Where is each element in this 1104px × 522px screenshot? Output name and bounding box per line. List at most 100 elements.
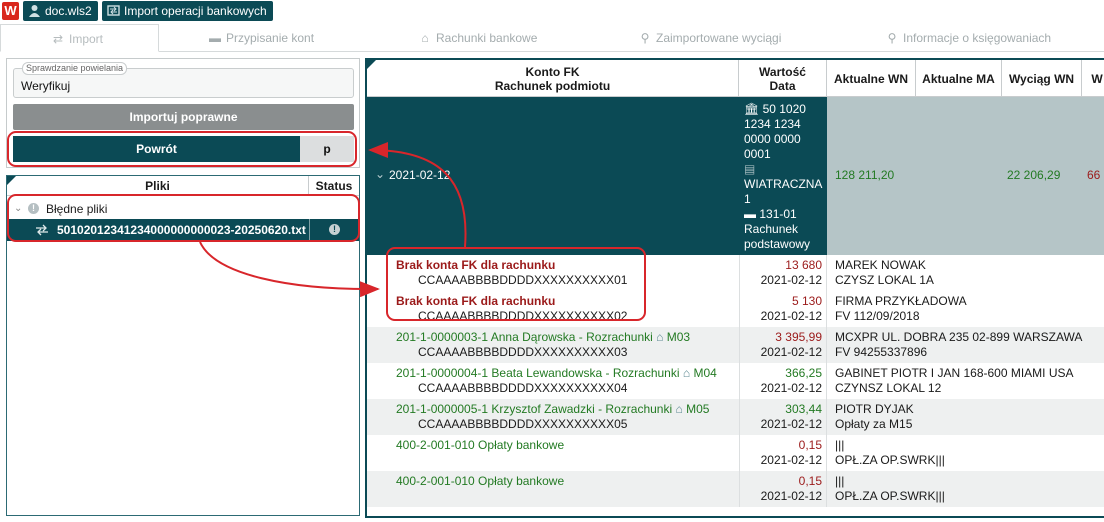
row-desc-cell: MCXPR UL. DOBRA 235 02-899 WARSZAWA FV 9… bbox=[827, 327, 1104, 363]
duplicate-check-value: Weryfikuj bbox=[21, 79, 71, 93]
row-value-cell: 13 680 2021-02-12 bbox=[739, 255, 827, 291]
row-account-cell: Brak konta FK dla rachunku CCAAAABBBBDDD… bbox=[367, 291, 739, 327]
row-value: 13 680 bbox=[785, 258, 822, 272]
bank-icon: ⌂ bbox=[421, 31, 429, 45]
table-row[interactable]: 400-2-001-010 Opłaty bankowe 0,15 2021-0… bbox=[367, 435, 1104, 471]
module-tab[interactable]: Import operacji bankowych bbox=[102, 1, 273, 21]
group-date-cell: ⌄ 2021-02-12 bbox=[367, 97, 739, 255]
row-desc-cell: ||| OPŁ.ZA OP.SWRK||| bbox=[827, 471, 1104, 507]
column-divider bbox=[309, 219, 310, 241]
col-aktualne-ma[interactable]: Aktualne MA bbox=[916, 60, 1002, 97]
row-date: 2021-02-12 bbox=[760, 309, 822, 323]
duplicate-check-legend: Sprawdzanie powielania bbox=[22, 62, 128, 75]
row-desc-2: OPŁ.ZA OP.SWRK||| bbox=[835, 453, 945, 467]
tree-file-item[interactable]: 50102012341234000000000023-20250620.txt … bbox=[7, 219, 359, 241]
tab-import[interactable]: ⇄ Import bbox=[0, 24, 159, 52]
table-row[interactable]: Brak konta FK dla rachunku CCAAAABBBBDDD… bbox=[367, 255, 1104, 291]
group-wyciag-wn: 22 206,29 bbox=[1007, 168, 1061, 182]
folder-icon: ▬ bbox=[744, 207, 756, 221]
row-value-cell: 0,15 2021-02-12 bbox=[739, 435, 827, 471]
table-row[interactable]: 201-1-0000005-1 Krzysztof Zawadzki - Roz… bbox=[367, 399, 1104, 435]
row-account-number: CCAAAABBBBDDDDXXXXXXXXXX04 bbox=[418, 381, 628, 395]
module-label: Import operacji bankowych bbox=[124, 4, 267, 18]
col-w[interactable]: W bbox=[1082, 60, 1104, 97]
tree-group-error-files[interactable]: ⌄ ! Błędne pliki bbox=[7, 199, 359, 219]
row-desc-2: FV 94255337896 bbox=[835, 345, 928, 359]
import-controls-panel: Sprawdzanie powielania Weryfikuj Importu… bbox=[6, 58, 360, 168]
chevron-down-icon[interactable]: ⌄ bbox=[375, 167, 385, 181]
col-aktualne-wn[interactable]: Aktualne WN bbox=[827, 60, 916, 97]
row-value: 366,25 bbox=[785, 366, 822, 380]
chevron-down-icon[interactable]: ⌄ bbox=[14, 199, 22, 219]
table-row[interactable]: Brak konta FK dla rachunku CCAAAABBBBDDD… bbox=[367, 291, 1104, 327]
status-column-header[interactable]: Status bbox=[309, 176, 359, 196]
search-icon: ⚲ bbox=[887, 31, 897, 45]
file-name: 50102012341234000000000023-20250620.txt bbox=[57, 223, 306, 237]
info-icon: ! bbox=[28, 203, 39, 214]
duplicate-check-select[interactable]: Sprawdzanie powielania Weryfikuj bbox=[13, 62, 354, 98]
back-button[interactable]: Powrót bbox=[13, 136, 300, 162]
operations-table: Konto FK Rachunek podmiotu Wartość Data … bbox=[365, 58, 1104, 518]
row-desc-2: FV 112/09/2018 bbox=[835, 309, 920, 323]
home-icon: ⌂ bbox=[675, 402, 683, 416]
user-label: doc.wls2 bbox=[45, 4, 92, 18]
row-account-number: CCAAAABBBBDDDDXXXXXXXXXX05 bbox=[418, 417, 628, 431]
tab-rachunki-bankowe[interactable]: ⌂ Rachunki bankowe bbox=[418, 24, 598, 52]
tab-informacje-label: Informacje o księgowaniach bbox=[903, 31, 1052, 45]
row-date: 2021-02-12 bbox=[760, 345, 822, 359]
files-header: Pliki Status bbox=[7, 176, 359, 196]
main-tabs: ⇄ Import ▬ Przypisanie kont ⌂ Rachunki bank… bbox=[0, 24, 1104, 52]
row-desc-1: ||| bbox=[835, 438, 845, 452]
import-correct-button[interactable]: Importuj poprawne bbox=[13, 104, 354, 130]
col-konto-fk[interactable]: Konto FK Rachunek podmiotu bbox=[367, 60, 739, 97]
group-row[interactable]: ⌄ 2021-02-12 🏛 50 1020 1234 1234 0000 00… bbox=[367, 97, 1104, 255]
row-desc-1: GABINET PIOTR I JAN 168-600 MIAMI USA bbox=[835, 366, 1074, 380]
row-value-cell: 303,44 2021-02-12 bbox=[739, 399, 827, 435]
row-tag: M03 bbox=[666, 330, 691, 344]
bank-branch-line: ▤ WIATRACZNA 1 bbox=[744, 162, 827, 207]
row-desc-cell: ||| OPŁ.ZA OP.SWRK||| bbox=[827, 435, 1104, 471]
row-value-cell: 0,15 2021-02-12 bbox=[739, 471, 827, 507]
row-account-cell: 400-2-001-010 Opłaty bankowe bbox=[367, 471, 739, 507]
table-row[interactable]: 201-1-0000004-1 Beata Lewandowska - Rozr… bbox=[367, 363, 1104, 399]
fk-account-line: ▬ 131-01 bbox=[744, 207, 827, 222]
p-button[interactable]: p bbox=[300, 136, 354, 162]
row-desc-1: ||| bbox=[835, 474, 845, 488]
row-desc-cell: GABINET PIOTR I JAN 168-600 MIAMI USA CZ… bbox=[827, 363, 1104, 399]
file-status-icon: ! bbox=[329, 224, 340, 235]
tab-przypisanie-kont[interactable]: ▬ Przypisanie kont bbox=[208, 24, 368, 52]
files-column-header[interactable]: Pliki bbox=[7, 176, 309, 196]
row-account-title: 201-1-0000004-1 Beata Lewandowska - Rozr… bbox=[396, 366, 680, 380]
user-tab[interactable]: doc.wls2 bbox=[23, 1, 98, 21]
tab-zaimportowane[interactable]: ⚲ Zaimportowane wyciągi bbox=[638, 24, 838, 52]
tab-import-label: Import bbox=[69, 32, 104, 46]
files-panel: Pliki Status ⌄ ! Błędne pliki 5010201234… bbox=[6, 175, 360, 516]
row-account-cell: 400-2-001-010 Opłaty bankowe bbox=[367, 435, 739, 471]
group-account-cell: 🏛 50 1020 1234 1234 0000 0000 0001 ▤ WIAT… bbox=[739, 97, 827, 255]
row-desc-cell: PIOTR DYJAK Opłaty za M15 bbox=[827, 399, 1104, 435]
home-icon: ⌂ bbox=[656, 330, 664, 344]
tree-group-label: Błędne pliki bbox=[46, 202, 108, 216]
row-tag: M04 bbox=[693, 366, 717, 380]
row-desc-2: OPŁ.ZA OP.SWRK||| bbox=[835, 489, 945, 503]
row-desc-cell: MAREK NOWAK CZYSZ LOKAL 1A bbox=[827, 255, 1104, 291]
col-wartosc-label: Wartość bbox=[759, 64, 806, 79]
row-desc-2: CZYNSZ LOKAL 12 bbox=[835, 381, 942, 395]
row-value: 3 395,99 bbox=[775, 330, 822, 344]
group-account-code: 131-01 bbox=[759, 207, 797, 221]
col-wyciag-wn[interactable]: Wyciąg WN bbox=[1002, 60, 1082, 97]
row-value: 303,44 bbox=[785, 402, 822, 416]
row-account-title: 400-2-001-010 Opłaty bankowe bbox=[396, 438, 565, 452]
table-row[interactable]: 201-1-0000003-1 Anna Dąrowska - Rozrachu… bbox=[367, 327, 1104, 363]
group-sums: 128 211,20 22 206,29 66 bbox=[827, 97, 1104, 255]
folder-icon: ▬ bbox=[209, 31, 221, 45]
row-account-number: CCAAAABBBBDDDDXXXXXXXXXX01 bbox=[418, 273, 628, 287]
col-wartosc[interactable]: Wartość Data bbox=[739, 60, 827, 97]
row-account-title: 201-1-0000003-1 Anna Dąrowska - Rozrachu… bbox=[396, 330, 653, 344]
tab-informacje[interactable]: ⚲ Informacje o księgowaniach bbox=[885, 24, 1095, 52]
row-tag: M05 bbox=[686, 402, 710, 416]
row-desc-cell: FIRMA PRZYKŁADOWA FV 112/09/2018 bbox=[827, 291, 1104, 327]
row-value: 0,15 bbox=[798, 438, 822, 452]
table-row[interactable]: 400-2-001-010 Opłaty bankowe 0,15 2021-0… bbox=[367, 471, 1104, 507]
row-account-number: CCAAAABBBBDDDDXXXXXXXXXX03 bbox=[418, 345, 628, 359]
